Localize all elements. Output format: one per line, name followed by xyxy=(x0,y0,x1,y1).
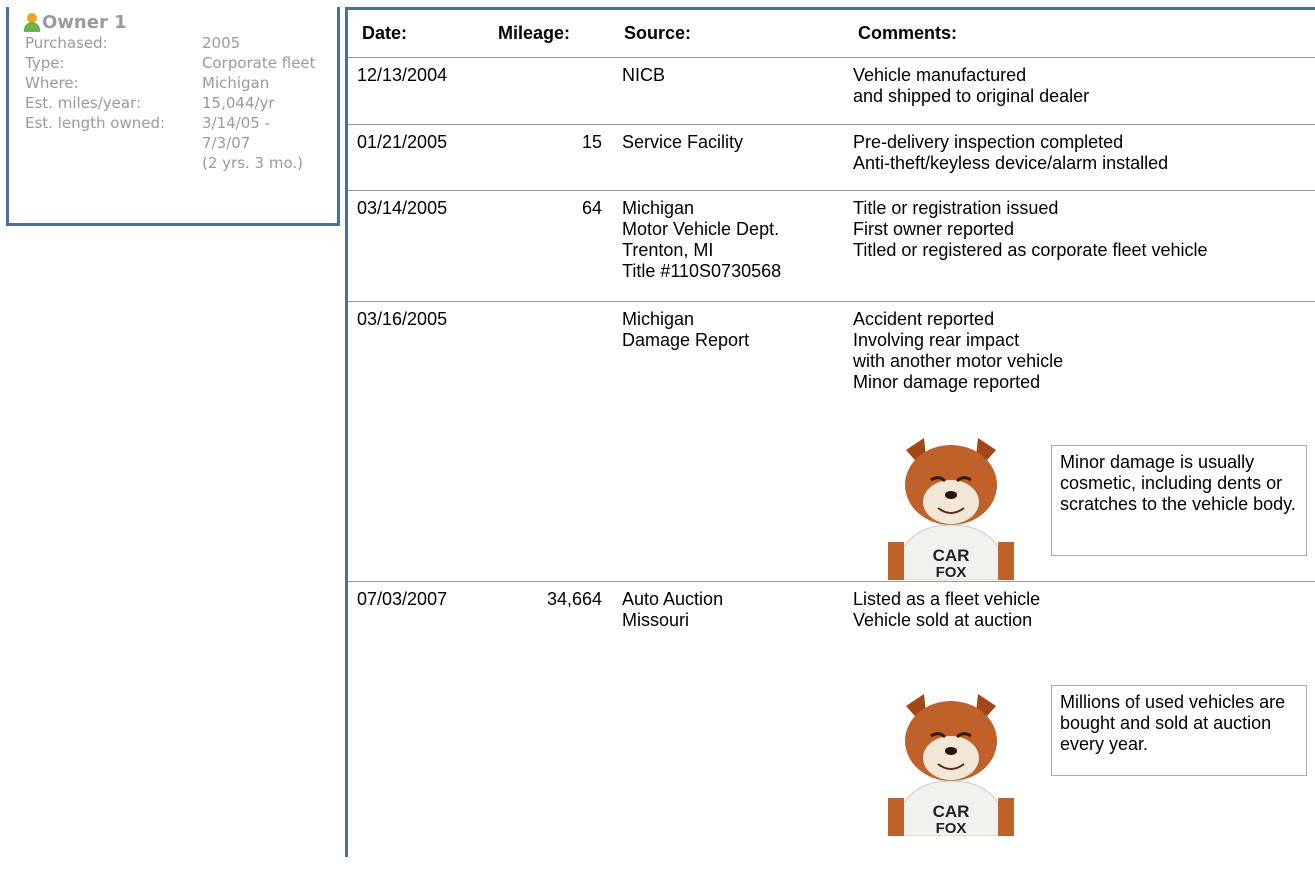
date-cell: 03/14/2005 xyxy=(357,198,448,218)
mileage-cell: 34,664 xyxy=(546,589,602,609)
comment-line: Titled or registered as corporate fleet … xyxy=(853,240,1208,260)
comment-line: and shipped to original dealer xyxy=(853,86,1090,106)
owner-details: Purchased: 2005 Type: Corporate fleet Wher… xyxy=(25,33,337,173)
owner-value: 3/14/05 - xyxy=(202,114,271,132)
owner-title: Owner 1 xyxy=(42,11,127,33)
owner-label: Type: xyxy=(25,54,65,72)
table-row: 03/16/2005 Michigan Damage Report Accide… xyxy=(348,301,1315,582)
source-cell: Michigan Motor Vehicle Dept. Trenton, MI… xyxy=(622,198,781,282)
owner-label: Purchased: xyxy=(25,34,108,52)
comments-cell: Vehicle manufactured and shipped to orig… xyxy=(853,65,1089,107)
owner-value: 2005 xyxy=(202,34,241,52)
owner-panel: Owner 1 Purchased: 2005 Type: Corporate fl… xyxy=(6,7,340,226)
source-line: Trenton, MI xyxy=(622,240,714,260)
owner-label: Est. miles/year: xyxy=(25,94,142,112)
owner-heading: Owner 1 xyxy=(23,11,337,33)
comment-line: Vehicle manufactured xyxy=(853,65,1027,85)
comments-cell: Title or registration issued First owner… xyxy=(853,198,1208,261)
comment-line: Accident reported xyxy=(853,309,995,329)
owner-value: 7/3/07 xyxy=(202,134,251,152)
owner-row: Est. length owned: 3/14/05 - xyxy=(25,113,337,133)
owner-row: 7/3/07 xyxy=(25,133,337,153)
source-cell: Service Facility xyxy=(622,132,743,153)
owner-label xyxy=(25,133,202,153)
owner-row: Type: Corporate fleet xyxy=(25,53,337,73)
owner-row: Where: Michigan xyxy=(25,73,337,93)
owner-row: Purchased: 2005 xyxy=(25,33,337,53)
comment-line: Anti-theft/keyless device/alarm installe… xyxy=(853,153,1169,173)
mileage-cell: 64 xyxy=(581,198,602,218)
table-header: Date: Mileage: Source: Comments: xyxy=(348,10,1315,58)
comments-cell: Listed as a fleet vehicle Vehicle sold a… xyxy=(853,589,1040,631)
source-line: NICB xyxy=(622,65,666,85)
header-comments: Comments: xyxy=(858,23,958,43)
comment-line: Listed as a fleet vehicle xyxy=(853,589,1041,609)
comment-line: Minor damage reported xyxy=(853,372,1041,392)
person-icon xyxy=(23,12,41,32)
source-line: Michigan xyxy=(622,198,695,218)
owner-row: (2 yrs. 3 mo.) xyxy=(25,153,337,173)
owner-label: Est. length owned: xyxy=(25,114,166,132)
source-line: Michigan xyxy=(622,309,695,329)
owner-label xyxy=(25,153,202,173)
source-line: Damage Report xyxy=(622,330,750,350)
header-date: Date: xyxy=(362,23,408,43)
source-cell: Michigan Damage Report xyxy=(622,309,749,351)
source-line: Service Facility xyxy=(622,132,744,152)
mascot-shirt-text-1: CAR xyxy=(933,546,970,565)
header-mileage: Mileage: xyxy=(498,23,571,43)
owner-value: (2 yrs. 3 mo.) xyxy=(202,154,304,172)
carfox-mascot: CAR FOX xyxy=(888,438,1014,580)
owner-label: Where: xyxy=(25,74,79,92)
comment-line: Vehicle sold at auction xyxy=(853,610,1033,630)
comment-line: Pre-delivery inspection completed xyxy=(853,132,1124,152)
source-cell: NICB xyxy=(622,65,665,86)
date-cell: 03/16/2005 xyxy=(357,309,448,329)
mascot-shirt-text-2: FOX xyxy=(936,564,967,580)
date-cell: 12/13/2004 xyxy=(357,65,448,85)
table-row: 01/21/2005 15 Service Facility Pre-deliv… xyxy=(348,124,1315,191)
mascot-shirt-text-2: FOX xyxy=(936,820,967,836)
date-cell: 01/21/2005 xyxy=(357,132,448,152)
comment-line: with another motor vehicle xyxy=(853,351,1064,371)
table-row: 03/14/2005 64 Michigan Motor Vehicle Dep… xyxy=(348,190,1315,302)
source-line: Auto Auction xyxy=(622,589,724,609)
carfox-mascot: CAR FOX xyxy=(888,694,1014,836)
owner-value: Michigan xyxy=(202,74,270,92)
source-line: Missouri xyxy=(622,610,690,630)
date-cell: 07/03/2007 xyxy=(357,589,448,609)
comments-cell: Pre-delivery inspection completed Anti-t… xyxy=(853,132,1168,174)
history-table: Date: Mileage: Source: Comments: 12/13/2… xyxy=(345,7,1315,857)
header-source: Source: xyxy=(624,23,692,43)
mileage-cell: 15 xyxy=(581,132,602,152)
comment-line: Title or registration issued xyxy=(853,198,1059,218)
source-line: Motor Vehicle Dept. xyxy=(622,219,780,239)
source-cell: Auto Auction Missouri xyxy=(622,589,723,631)
tooltip-box: Millions of used vehicles are bought and… xyxy=(1051,685,1307,776)
tooltip-box: Minor damage is usually cosmetic, includ… xyxy=(1051,445,1307,556)
owner-value: 15,044/yr xyxy=(202,94,275,112)
table-row: 12/13/2004 NICB Vehicle manufactured and… xyxy=(348,57,1315,125)
source-line: Title #110S0730568 xyxy=(622,261,782,281)
comments-cell: Accident reported Involving rear impact … xyxy=(853,309,1063,393)
mascot-shirt-text-1: CAR xyxy=(933,802,970,821)
comment-line: First owner reported xyxy=(853,219,1015,239)
comment-line: Involving rear impact xyxy=(853,330,1020,350)
owner-value: Corporate fleet xyxy=(202,54,316,72)
owner-row: Est. miles/year: 15,044/yr xyxy=(25,93,337,113)
table-row: 07/03/2007 34,664 Auto Auction Missouri … xyxy=(348,581,1315,871)
